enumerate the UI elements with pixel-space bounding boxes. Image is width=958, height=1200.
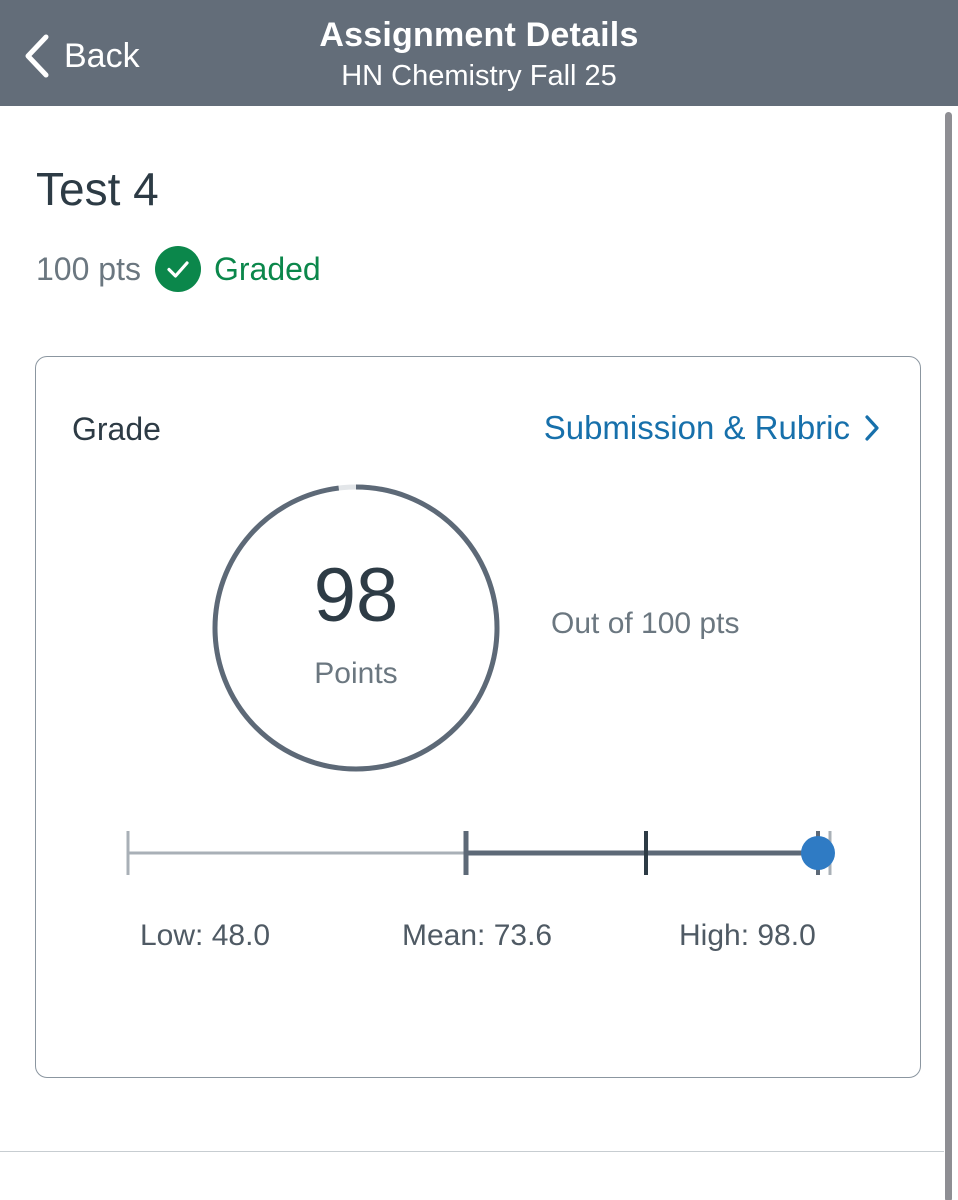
grade-card: Grade Submission & Rubric 98 Points Out …: [35, 356, 921, 1078]
navigation-bar: Back Assignment Details HN Chemistry Fal…: [0, 0, 958, 106]
assignment-details-screen: Back Assignment Details HN Chemistry Fal…: [0, 0, 958, 1200]
grade-distribution-bar: [126, 831, 835, 875]
section-divider: [0, 1151, 944, 1152]
submission-rubric-link[interactable]: Submission & Rubric: [544, 409, 880, 447]
out-of-points: Out of 100 pts: [551, 607, 740, 640]
graded-status: Graded: [213, 250, 321, 287]
assignment-meta: 100 pts Graded: [36, 246, 321, 292]
score-value: 98: [313, 553, 399, 638]
score-unit: Points: [314, 657, 398, 690]
high-score-label: High: 98.0: [679, 919, 816, 952]
grade-heading: Grade: [72, 411, 161, 447]
chevron-right-icon: [850, 414, 880, 442]
mean-score-label: Mean: 73.6: [402, 919, 553, 952]
submission-rubric-label: Submission & Rubric: [543, 409, 850, 446]
scrollbar[interactable]: [945, 112, 952, 1200]
course-subtitle: HN Chemistry Fall 25: [341, 60, 617, 92]
your-score-marker: [801, 836, 835, 870]
check-circle-icon: [141, 246, 201, 292]
assignment-title: Test 4: [36, 163, 159, 215]
low-score-label: Low: 48.0: [140, 919, 271, 952]
page-title: Assignment Details: [319, 16, 639, 54]
points-possible: 100 pts: [36, 250, 141, 287]
